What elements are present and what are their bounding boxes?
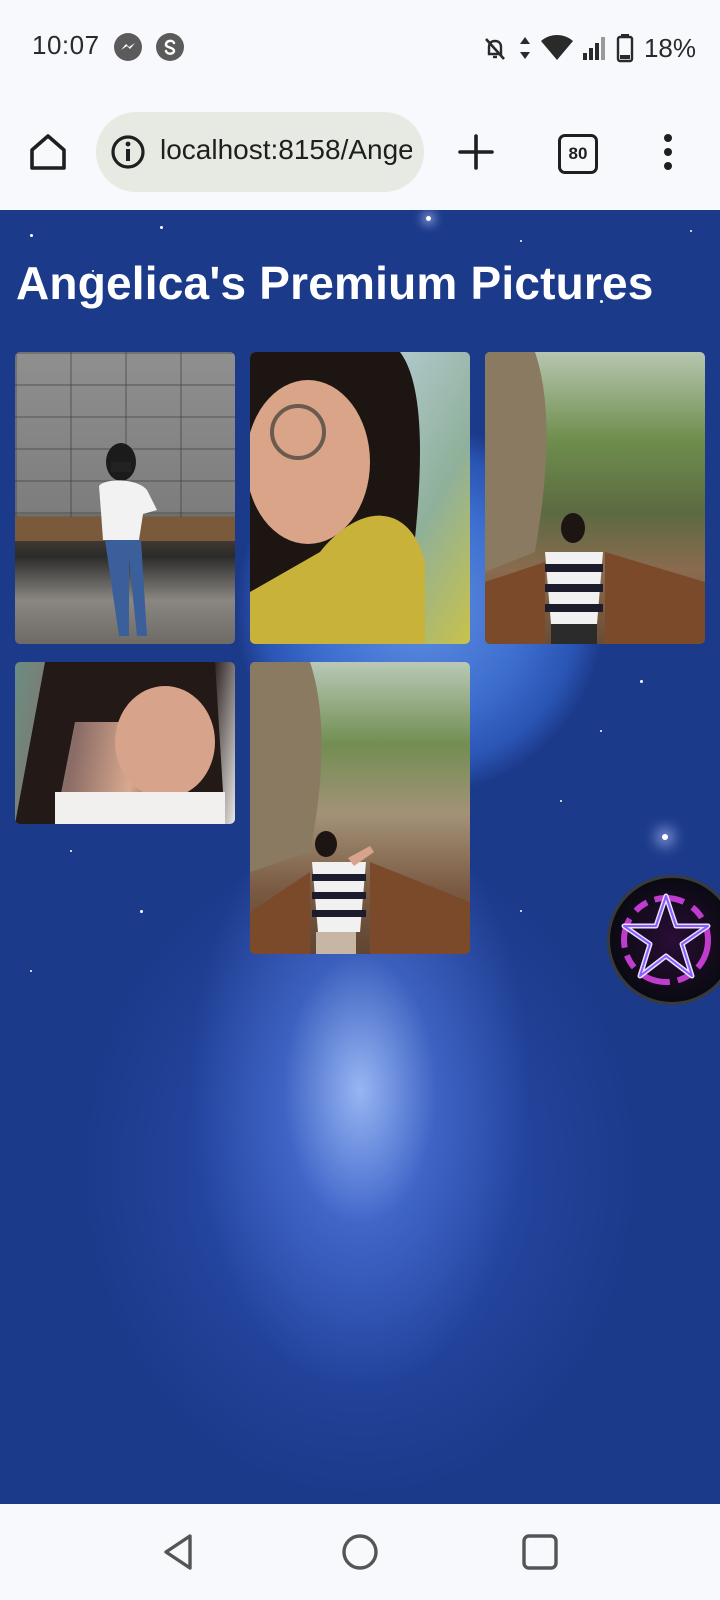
star-dot <box>140 910 143 913</box>
star-dot <box>560 800 562 802</box>
signal-icon <box>582 37 605 60</box>
star-dot <box>520 240 522 242</box>
status-time: 10:07 <box>32 30 100 60</box>
system-status-icons: 18% <box>480 28 696 68</box>
recents-icon[interactable] <box>518 1530 562 1574</box>
tab-switcher-icon[interactable]: 80 <box>558 134 598 174</box>
star-logo-icon <box>621 893 711 985</box>
photo-face-closeup[interactable] <box>15 662 235 824</box>
star-dot <box>520 910 522 912</box>
battery-percent: 18% <box>643 32 696 63</box>
star-logo-button[interactable] <box>610 878 720 1002</box>
boardwalk-scene <box>250 662 470 954</box>
star-dot <box>690 230 692 232</box>
person-silhouette <box>15 662 225 824</box>
boardwalk-scene <box>485 352 705 644</box>
new-tab-plus-icon[interactable] <box>456 132 496 172</box>
person-silhouette <box>250 352 425 644</box>
messenger-icon <box>114 33 142 61</box>
star-dot <box>662 834 668 840</box>
browser-toolbar: localhost:8158/Angelica 80 <box>0 96 720 210</box>
star-dot <box>600 730 602 732</box>
star-dot <box>426 216 431 221</box>
system-navigation-bar <box>0 1504 720 1600</box>
info-icon[interactable] <box>110 134 146 170</box>
web-page: Angelica's Premium Pictures <box>0 210 720 1504</box>
person-silhouette <box>99 443 157 636</box>
back-icon[interactable] <box>158 1530 202 1574</box>
page-title: Angelica's Premium Pictures <box>16 257 654 309</box>
home-icon[interactable] <box>26 130 70 174</box>
star-dot <box>30 970 32 972</box>
status-bar: 10:07 18% <box>0 0 720 96</box>
threads-icon <box>156 33 184 61</box>
photo-boardwalk-forest[interactable] <box>485 352 705 644</box>
data-arrows-icon <box>519 37 530 59</box>
home-circle-icon[interactable] <box>338 1530 382 1574</box>
tab-count: 80 <box>568 144 588 163</box>
photo-selfie-with-glasses[interactable] <box>250 352 470 644</box>
star-dot <box>160 226 163 229</box>
url-bar[interactable]: localhost:8158/Angelica <box>96 112 424 192</box>
star-dot <box>640 680 643 683</box>
photo-girl-sitting-on-bench[interactable] <box>15 352 235 644</box>
more-menu-icon[interactable] <box>658 130 678 174</box>
star-dot <box>30 234 33 237</box>
photo-boardwalk-pose[interactable] <box>250 662 470 954</box>
wifi-icon <box>540 35 573 60</box>
battery-icon <box>616 34 634 63</box>
url-text[interactable]: localhost:8158/Angelica <box>160 134 412 166</box>
bell-off-icon <box>484 38 505 60</box>
star-dot <box>70 850 72 852</box>
